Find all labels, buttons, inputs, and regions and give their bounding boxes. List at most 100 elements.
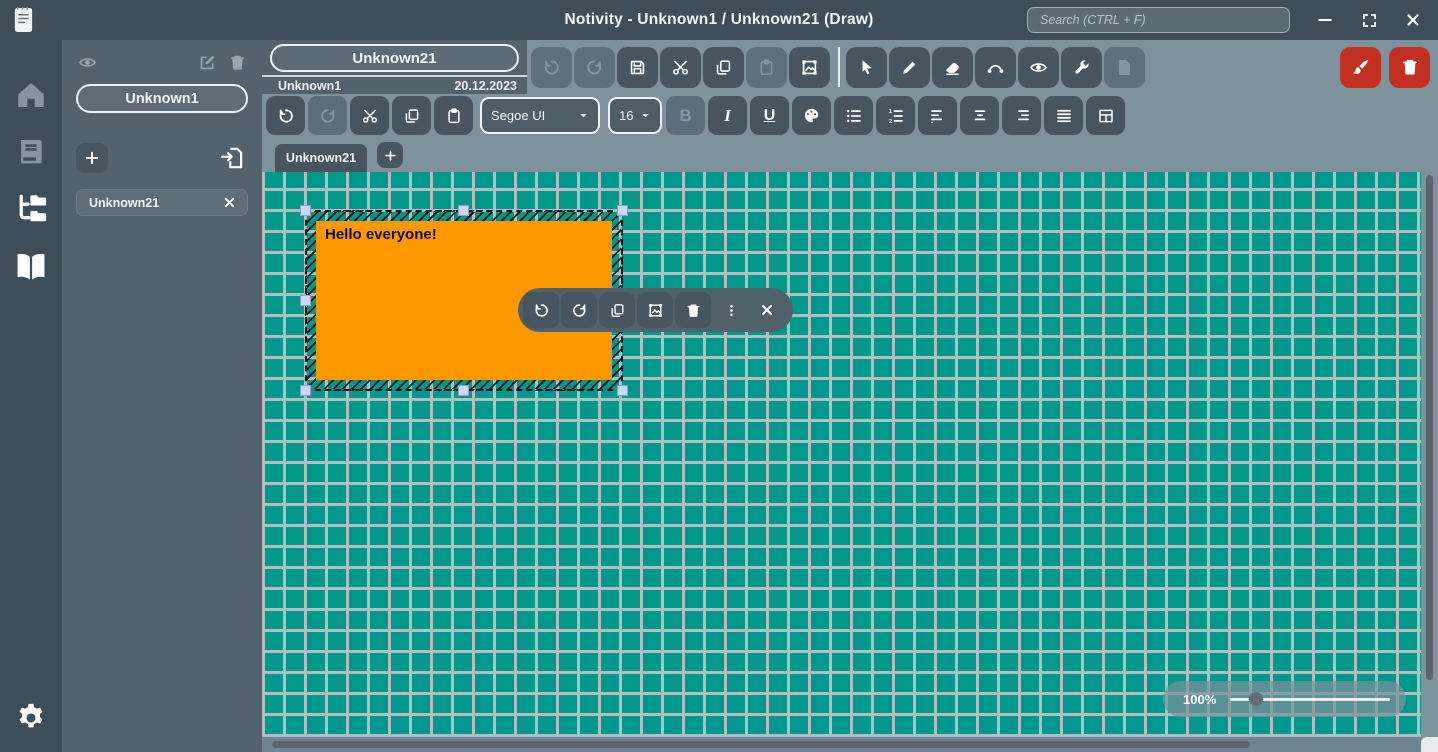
nav-reader[interactable] — [11, 246, 51, 286]
remove-page-button[interactable] — [222, 195, 237, 210]
delete-note-button[interactable] — [1389, 47, 1430, 88]
vertical-scrollbar[interactable] — [1421, 172, 1438, 737]
wrench-icon — [1072, 58, 1091, 77]
align-center-button[interactable] — [960, 96, 999, 135]
page-tool-button[interactable] — [1104, 47, 1145, 88]
resize-handle-nw[interactable] — [300, 205, 311, 216]
import-icon — [220, 145, 246, 171]
preview-button[interactable] — [76, 51, 98, 73]
justify-button[interactable] — [1044, 96, 1083, 135]
font-family-select[interactable]: Segoe UI — [480, 97, 600, 134]
resize-handle-ne[interactable] — [617, 205, 628, 216]
fullscreen-button[interactable] — [1354, 5, 1384, 35]
resize-handle-n[interactable] — [458, 205, 469, 216]
delete-notebook-button[interactable] — [226, 51, 248, 73]
view-tool-button[interactable] — [1018, 47, 1059, 88]
save-button[interactable] — [617, 47, 658, 88]
tab-unknown21[interactable]: Unknown21 — [275, 144, 367, 172]
align-right-icon — [1013, 107, 1031, 125]
minimize-button[interactable] — [1310, 5, 1340, 35]
eraser-tool-button[interactable] — [932, 47, 973, 88]
note-notebook-label: Unknown1 — [278, 79, 341, 93]
format-toolbar: Segoe UI 16 B I U — [262, 94, 1438, 137]
bullet-list-icon — [845, 107, 863, 125]
horizontal-scrollbar-thumb[interactable] — [272, 741, 1250, 748]
undo-icon — [533, 302, 550, 319]
pen-tool-button[interactable] — [889, 47, 930, 88]
resize-handle-sw[interactable] — [300, 385, 311, 396]
page-icon — [1115, 58, 1134, 77]
zoom-slider[interactable] — [1230, 698, 1390, 701]
gear-icon — [14, 701, 48, 735]
curve-tool-button[interactable] — [975, 47, 1016, 88]
align-left-icon — [929, 107, 947, 125]
more-options-button[interactable] — [713, 292, 749, 328]
paste-button[interactable] — [746, 47, 787, 88]
underline-label: U — [764, 107, 776, 125]
undo-button[interactable] — [531, 47, 572, 88]
add-page-button[interactable] — [76, 143, 108, 173]
text-cut-button[interactable] — [350, 96, 389, 135]
edit-notebook-button[interactable] — [196, 51, 218, 73]
copy-button[interactable] — [703, 47, 744, 88]
select-tool-button[interactable] — [846, 47, 887, 88]
notebook-panel: Unknown21 — [62, 40, 262, 752]
nav-settings[interactable] — [11, 698, 51, 738]
search-input[interactable] — [1027, 7, 1290, 33]
font-size-select[interactable]: 16 — [608, 97, 662, 134]
nav-notebooks[interactable] — [11, 189, 51, 229]
bullet-list-button[interactable] — [834, 96, 873, 135]
page-list-item[interactable]: Unknown21 — [76, 189, 248, 216]
eraser-icon — [943, 58, 962, 77]
chevron-down-icon — [640, 110, 651, 121]
eye-icon — [78, 53, 97, 72]
notebook-name-input[interactable] — [76, 84, 248, 113]
underline-button[interactable]: U — [750, 96, 789, 135]
insert-table-button[interactable] — [1086, 96, 1125, 135]
main-area: Unknown1 20.12.2023 — [262, 40, 1438, 752]
resize-handle-se[interactable] — [617, 385, 628, 396]
selection-toolbar — [518, 288, 793, 332]
nav-rail — [0, 40, 62, 752]
drawing-canvas[interactable]: Hello everyone! — [262, 172, 1421, 737]
resize-handle-w[interactable] — [300, 295, 311, 306]
numbered-list-button[interactable] — [876, 96, 915, 135]
font-size-value: 16 — [619, 108, 636, 123]
redo-button[interactable] — [574, 47, 615, 88]
italic-button[interactable]: I — [708, 96, 747, 135]
nav-journal[interactable] — [11, 132, 51, 172]
clear-drawing-button[interactable] — [1340, 47, 1381, 88]
align-left-button[interactable] — [918, 96, 957, 135]
deselect-button[interactable] — [749, 292, 785, 328]
duplicate-button[interactable] — [599, 292, 635, 328]
align-right-button[interactable] — [1002, 96, 1041, 135]
rotate-left-button[interactable] — [523, 292, 559, 328]
settings-tool-button[interactable] — [1061, 47, 1102, 88]
canvas-area: Hello everyone! — [262, 172, 1438, 752]
add-tab-button[interactable] — [377, 142, 403, 168]
image-fill-button[interactable] — [637, 292, 673, 328]
copy-icon — [609, 302, 626, 319]
import-page-button[interactable] — [218, 143, 248, 173]
text-undo-button[interactable] — [266, 96, 305, 135]
cut-button[interactable] — [660, 47, 701, 88]
text-redo-button[interactable] — [308, 96, 347, 135]
home-icon — [13, 77, 49, 113]
horizontal-scrollbar[interactable] — [262, 737, 1421, 752]
close-icon — [222, 195, 237, 210]
folder-tree-icon — [13, 191, 49, 227]
vertical-scrollbar-thumb[interactable] — [1426, 175, 1433, 680]
delete-shape-button[interactable] — [675, 292, 711, 328]
bold-button[interactable]: B — [666, 96, 705, 135]
text-copy-button[interactable] — [392, 96, 431, 135]
rotate-right-button[interactable] — [561, 292, 597, 328]
zoom-slider-thumb[interactable] — [1249, 692, 1263, 706]
italic-label: I — [724, 106, 731, 126]
resize-handle-s[interactable] — [458, 385, 469, 396]
nav-home[interactable] — [11, 75, 51, 115]
note-title-input[interactable] — [270, 44, 519, 72]
text-paste-button[interactable] — [434, 96, 473, 135]
insert-image-button[interactable] — [789, 47, 830, 88]
text-color-button[interactable] — [792, 96, 831, 135]
close-window-button[interactable] — [1398, 5, 1428, 35]
